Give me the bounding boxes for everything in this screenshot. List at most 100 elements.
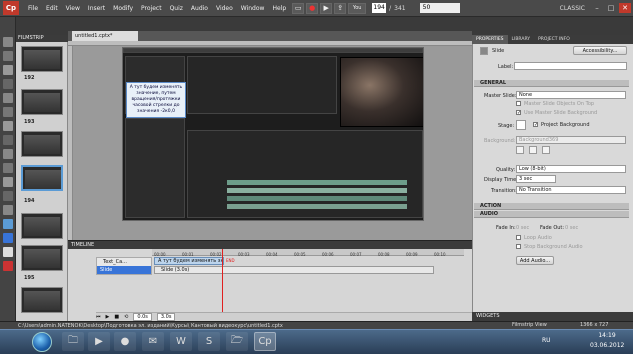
filmstrip-thumb[interactable] bbox=[21, 131, 63, 157]
tab-properties[interactable]: PROPERTIES bbox=[472, 35, 508, 44]
filmstrip-thumb[interactable] bbox=[21, 245, 63, 271]
menu-help[interactable]: Help bbox=[268, 5, 290, 12]
click-box-icon[interactable] bbox=[2, 107, 13, 117]
paint-bucket-icon[interactable] bbox=[2, 247, 13, 257]
image-tool-icon[interactable] bbox=[2, 149, 13, 159]
maximize-icon[interactable]: □ bbox=[605, 3, 617, 13]
label-field[interactable] bbox=[514, 62, 627, 70]
clock-time[interactable]: 14:19 bbox=[593, 332, 621, 339]
text-caption-icon[interactable] bbox=[2, 65, 13, 75]
menu-audio[interactable]: Audio bbox=[187, 5, 212, 12]
start-button-icon[interactable] bbox=[32, 332, 52, 352]
highlight-box-icon[interactable] bbox=[2, 93, 13, 103]
minimize-icon[interactable]: – bbox=[591, 3, 603, 13]
animation-icon[interactable] bbox=[2, 191, 13, 201]
document-tab[interactable]: untitled1.cptx* bbox=[72, 31, 138, 41]
button-tool-icon[interactable] bbox=[2, 121, 13, 131]
stroke-color-icon[interactable] bbox=[2, 233, 13, 243]
tab-project-info[interactable]: PROJECT INFO bbox=[534, 35, 574, 44]
filmstrip-thumb-selected[interactable] bbox=[21, 165, 63, 191]
fade-out-value[interactable]: 0 sec bbox=[565, 225, 578, 231]
widget-tool-icon[interactable] bbox=[2, 205, 13, 215]
youtube-icon[interactable]: You bbox=[348, 2, 367, 14]
record-icon[interactable]: ● bbox=[306, 2, 319, 14]
filmstrip-thumb[interactable] bbox=[21, 89, 63, 115]
explorer-icon[interactable]: 🗀 bbox=[62, 332, 84, 351]
media-player-icon[interactable]: ▶ bbox=[88, 332, 110, 351]
layer-text-caption[interactable]: Text_Ca... bbox=[97, 258, 151, 266]
firefox-icon[interactable]: ● bbox=[114, 332, 136, 351]
tab-library[interactable]: LIBRARY bbox=[508, 35, 535, 44]
folder-icon[interactable]: 🗁 bbox=[226, 332, 248, 351]
accessibility-button[interactable]: Accessibility... bbox=[573, 46, 627, 55]
master-slide-select[interactable]: None bbox=[516, 91, 626, 99]
transition-label: Transition: bbox=[491, 188, 517, 194]
background-field[interactable]: Background369 bbox=[516, 136, 626, 144]
line-tool-icon[interactable] bbox=[2, 163, 13, 173]
menu-window[interactable]: Window bbox=[237, 5, 269, 12]
master-objects-checkbox[interactable] bbox=[516, 101, 521, 106]
import-bg-icon[interactable] bbox=[516, 146, 524, 154]
library-bg-icon[interactable] bbox=[529, 146, 537, 154]
eraser-icon[interactable] bbox=[2, 261, 13, 271]
preview-icon[interactable]: ▶ bbox=[320, 2, 333, 14]
rollover-icon[interactable] bbox=[2, 79, 13, 89]
new-slide-icon[interactable]: ▭ bbox=[292, 2, 305, 14]
section-action[interactable]: ACTION bbox=[474, 203, 629, 210]
quality-select[interactable]: Low (8-bit) bbox=[516, 165, 626, 173]
timeline-caption-bar[interactable]: А тут будем изменять зна bbox=[154, 257, 224, 265]
outlook-icon[interactable]: ✉ bbox=[142, 332, 164, 351]
menu-video[interactable]: Video bbox=[212, 5, 237, 12]
fade-in-value[interactable]: 0 sec bbox=[516, 225, 529, 231]
word-icon[interactable]: W bbox=[170, 332, 192, 351]
play-icon[interactable]: ▶ bbox=[106, 314, 110, 320]
select-tool-icon[interactable] bbox=[2, 37, 13, 47]
menu-file[interactable]: File bbox=[24, 5, 42, 12]
menu-quiz[interactable]: Quiz bbox=[166, 5, 187, 12]
playhead[interactable] bbox=[222, 249, 223, 316]
timeline-slide-bar[interactable]: Slide (3.0s) bbox=[154, 266, 434, 274]
stage-color-swatch[interactable] bbox=[516, 120, 526, 130]
stop-icon[interactable]: ■ bbox=[114, 314, 119, 320]
menu-modify[interactable]: Modify bbox=[109, 5, 137, 12]
tools-panel bbox=[0, 17, 16, 321]
text-caption[interactable]: А тут будем изменять значение, путем вра… bbox=[126, 82, 186, 118]
use-master-bg-checkbox[interactable]: ✓ bbox=[516, 110, 521, 116]
stop-bg-audio-checkbox[interactable] bbox=[516, 244, 521, 249]
fill-color-icon[interactable] bbox=[2, 219, 13, 229]
filmstrip-thumb[interactable] bbox=[21, 213, 63, 239]
filmstrip-thumb[interactable] bbox=[21, 46, 63, 72]
publish-icon[interactable]: ⇪ bbox=[334, 2, 347, 14]
loop-audio-checkbox[interactable] bbox=[516, 235, 521, 240]
shape-tool-icon[interactable] bbox=[2, 177, 13, 187]
loop-icon[interactable]: ⟲ bbox=[124, 314, 128, 320]
duration-field[interactable]: 3.0s bbox=[156, 313, 176, 321]
menu-project[interactable]: Project bbox=[137, 5, 166, 12]
zoom-tool-icon[interactable] bbox=[2, 51, 13, 61]
slide-canvas[interactable] bbox=[122, 47, 424, 221]
text-entry-icon[interactable] bbox=[2, 135, 13, 145]
close-icon[interactable]: ✕ bbox=[619, 3, 631, 13]
menu-insert[interactable]: Insert bbox=[84, 5, 109, 12]
captivate-taskbar-icon[interactable]: Cp bbox=[254, 332, 276, 351]
workspace-select[interactable]: CLASSIC bbox=[560, 5, 585, 12]
rewind-icon[interactable]: ⏮ bbox=[96, 314, 101, 320]
current-time-field[interactable]: 0.0s bbox=[133, 313, 152, 321]
transition-select[interactable]: No Transition bbox=[516, 186, 626, 194]
zoom-select[interactable]: 50 bbox=[419, 3, 460, 13]
edit-bg-icon[interactable] bbox=[542, 146, 550, 154]
menu-edit[interactable]: Edit bbox=[42, 5, 62, 12]
display-time-field[interactable]: 3 sec bbox=[516, 175, 556, 183]
clock-date[interactable]: 03.06.2012 bbox=[590, 342, 624, 349]
section-audio[interactable]: AUDIO bbox=[474, 211, 629, 218]
skype-icon[interactable]: S bbox=[198, 332, 220, 351]
filmstrip-thumb[interactable] bbox=[21, 287, 63, 313]
layer-slide[interactable]: Slide bbox=[97, 266, 151, 274]
language-indicator[interactable]: RU bbox=[542, 337, 551, 344]
project-bg-checkbox[interactable]: ✓ bbox=[533, 122, 538, 128]
widgets-panel-header[interactable]: WIDGETS bbox=[472, 312, 633, 321]
add-audio-button[interactable]: Add Audio... bbox=[516, 256, 554, 265]
slide-number-field[interactable]: 194 bbox=[372, 3, 387, 13]
section-general[interactable]: GENERAL bbox=[474, 80, 629, 87]
menu-view[interactable]: View bbox=[62, 5, 84, 12]
